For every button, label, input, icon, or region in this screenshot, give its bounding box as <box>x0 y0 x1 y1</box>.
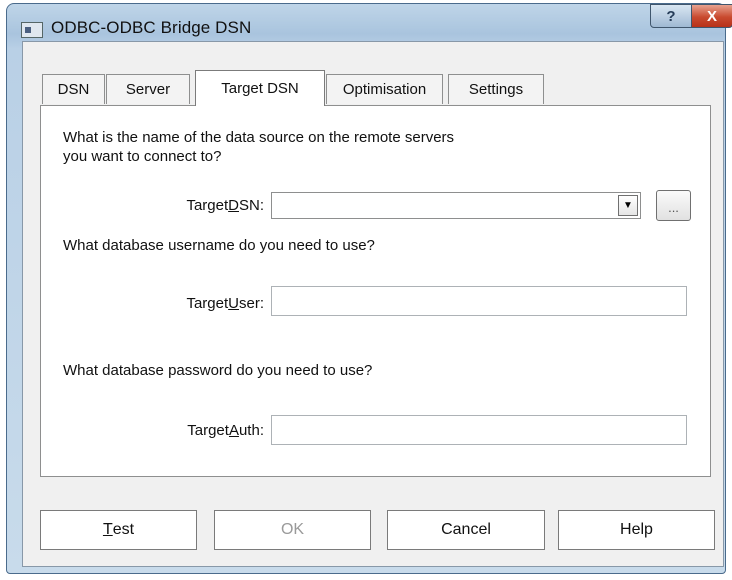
tab-settings[interactable]: Settings <box>448 74 544 104</box>
dropdown-arrow-icon[interactable]: ▼ <box>618 195 638 216</box>
test-button-label: est <box>112 521 135 538</box>
target-auth-label-prefix: Target <box>187 422 229 439</box>
target-dsn-combobox[interactable]: ▼ <box>271 192 641 219</box>
help-title-button[interactable]: ? <box>650 4 692 28</box>
target-dsn-label-suffix: SN: <box>238 197 264 214</box>
window-app-icon <box>21 22 43 38</box>
tab-server[interactable]: Server <box>106 74 190 104</box>
target-dsn-label-prefix: Target <box>186 197 229 214</box>
ok-button[interactable]: OK <box>214 510 371 550</box>
target-auth-label: TargetAuth: <box>140 422 264 439</box>
close-button[interactable]: X <box>691 4 732 28</box>
target-user-label-mnemonic: U <box>228 295 239 312</box>
target-auth-label-suffix: uth: <box>238 422 264 439</box>
window-title: ODBC-ODBC Bridge DSN <box>51 18 252 37</box>
tab-target-dsn[interactable]: Target DSN <box>195 70 325 106</box>
target-auth-input[interactable] <box>271 415 687 445</box>
target-user-label-prefix: Target <box>186 295 229 312</box>
cancel-button[interactable]: Cancel <box>387 510 545 550</box>
tab-target-dsn-label: Target DSN <box>221 80 299 97</box>
test-button[interactable]: Test <box>40 510 197 550</box>
target-user-label-suffix: ser: <box>238 295 264 312</box>
tab-optimisation[interactable]: Optimisation <box>326 74 443 104</box>
tab-dsn[interactable]: DSN <box>42 74 105 104</box>
target-auth-question: What database password do you need to us… <box>63 362 373 379</box>
target-auth-label-mnemonic: A <box>228 422 239 439</box>
browse-dsn-button[interactable]: ... <box>656 190 691 221</box>
target-dsn-label-mnemonic: D <box>228 197 239 214</box>
tab-dsn-label: DSN <box>57 81 90 98</box>
target-user-question: What database username do you need to us… <box>63 237 375 254</box>
tab-optimisation-label: Optimisation <box>342 81 427 98</box>
target-dsn-question: What is the name of the data source on t… <box>63 129 455 165</box>
target-dsn-label: TargetDSN: <box>140 197 264 214</box>
target-user-label: TargetUser: <box>140 295 264 312</box>
target-user-input[interactable] <box>271 286 687 316</box>
tab-settings-label: Settings <box>468 81 524 98</box>
tab-server-label: Server <box>125 81 171 98</box>
test-button-mnemonic: T <box>102 521 113 538</box>
help-button[interactable]: Help <box>558 510 715 550</box>
